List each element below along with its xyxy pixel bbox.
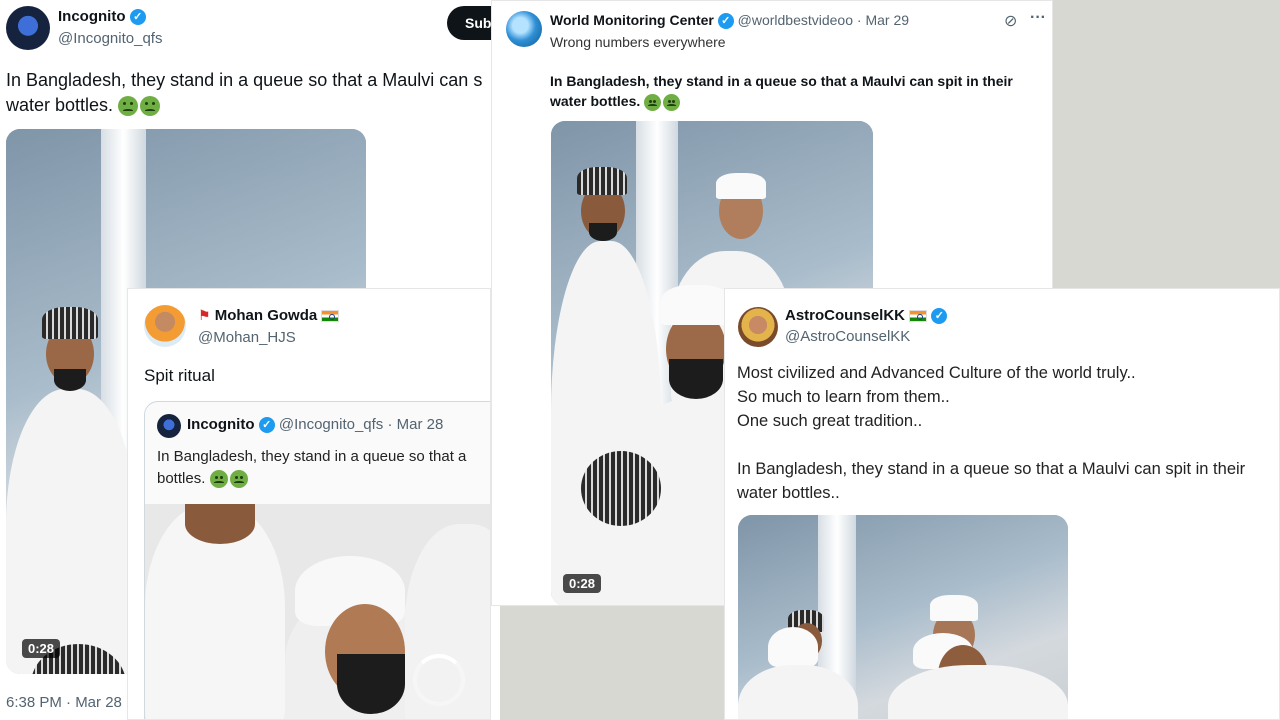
verified-icon: ✓ — [931, 308, 948, 325]
india-flag-icon — [909, 310, 928, 323]
quoted-date: · Mar 28 — [387, 416, 444, 433]
tweet-astrocounselkk: AstroCounselKK ✓ @AstroCounselKK Most ci… — [724, 288, 1280, 720]
video-duration: 0:28 — [22, 639, 61, 658]
tweet-text-line2: So much to learn from them.. — [737, 388, 950, 406]
nauseated-face-icon — [644, 93, 662, 111]
author-handle[interactable]: @worldbestvideoo — [738, 12, 853, 28]
author-handle[interactable]: @Incognito_qfs — [58, 30, 162, 47]
tweet-text-line5: water bottles.. — [737, 484, 840, 502]
tweet-text-line3: One such great tradition.. — [737, 412, 923, 430]
tweet-timestamp[interactable]: 6:38 PM · Mar 28 — [6, 694, 122, 711]
author-name[interactable]: Incognito — [58, 8, 126, 25]
flag-icon: ⚑ — [198, 307, 211, 323]
more-options-icon[interactable]: ··· — [1030, 9, 1046, 27]
nauseated-face-icon — [229, 470, 248, 489]
verified-icon: ✓ — [717, 13, 734, 30]
quoted-tweet[interactable]: Incognito ✓ @Incognito_qfs · Mar 28 In B… — [144, 401, 490, 719]
author-name[interactable]: Mohan Gowda — [215, 307, 318, 324]
nauseated-face-icon — [140, 96, 161, 117]
author-name[interactable]: AstroCounselKK — [785, 307, 905, 324]
quoted-author-handle: @Incognito_qfs — [278, 416, 384, 433]
quoted-text: In Bangladesh, they stand in a queue so … — [550, 73, 1013, 109]
tweet-video[interactable] — [738, 515, 1068, 719]
nauseated-face-icon — [209, 470, 228, 489]
avatar — [157, 414, 181, 438]
loading-spinner — [413, 654, 465, 706]
avatar[interactable] — [6, 6, 50, 50]
tweet-text: Spit ritual — [144, 366, 215, 385]
author-handle[interactable]: @AstroCounselKK — [785, 328, 910, 345]
grok-icon[interactable]: ⊘ — [1004, 11, 1017, 31]
tweet-date[interactable]: · Mar 29 — [857, 12, 909, 28]
quoted-video — [145, 504, 490, 719]
tweet-text-line2: water bottles. — [6, 95, 114, 115]
nauseated-face-icon — [663, 93, 681, 111]
verified-icon: ✓ — [258, 417, 275, 434]
quoted-author-name: Incognito — [187, 416, 255, 433]
avatar[interactable] — [738, 307, 778, 347]
video-duration: 0:28 — [563, 574, 602, 593]
nauseated-face-icon — [118, 96, 139, 117]
tweet-text-line1: Most civilized and Advanced Culture of t… — [737, 364, 1136, 382]
avatar[interactable] — [506, 11, 542, 47]
tweet-mohan-gowda: ⚑ Mohan Gowda @Mohan_HJS Spit ritual Inc… — [127, 288, 491, 720]
author-handle[interactable]: @Mohan_HJS — [198, 329, 296, 346]
tweet-comment: Wrong numbers everywhere — [550, 34, 726, 50]
quoted-text: In Bangladesh, they stand in a queue so … — [157, 448, 467, 465]
author-name[interactable]: World Monitoring Center — [550, 12, 714, 28]
tweet-text-line4: In Bangladesh, they stand in a queue so … — [737, 460, 1246, 478]
avatar[interactable] — [144, 305, 186, 347]
india-flag-icon — [321, 310, 340, 323]
quoted-text-line2: bottles. — [157, 470, 206, 487]
verified-icon: ✓ — [129, 9, 146, 26]
tweet-text: In Bangladesh, they stand in a queue so … — [6, 70, 483, 90]
